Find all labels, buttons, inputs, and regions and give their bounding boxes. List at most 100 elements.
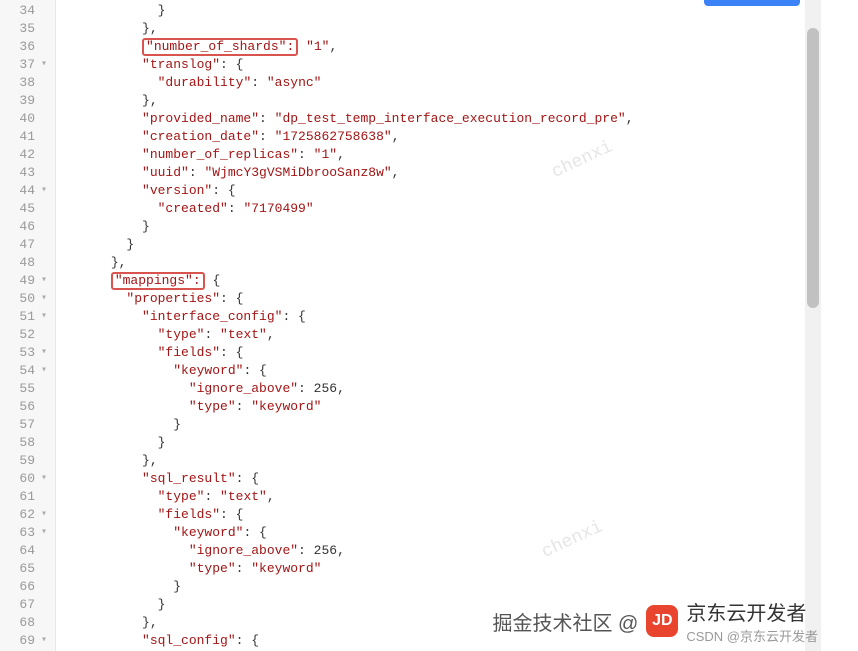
code-line[interactable]: },	[64, 254, 858, 272]
code-line[interactable]: "number_of_replicas": "1",	[64, 146, 858, 164]
code-line[interactable]: "version": {	[64, 182, 858, 200]
code-line[interactable]: "sql_result": {	[64, 470, 858, 488]
line-number: 42	[4, 146, 47, 164]
brand-footer: 掘金技术社区 @ JD 京东云开发者 CSDN @京东云开发者	[0, 597, 858, 645]
highlighted-key: "number_of_shards":	[142, 38, 298, 56]
fold-icon[interactable]: ▾	[39, 344, 47, 362]
line-number: 56	[4, 398, 47, 416]
json-string: "text"	[220, 327, 267, 342]
vertical-scrollbar[interactable]	[805, 0, 821, 651]
punctuation	[298, 39, 306, 54]
punctuation: }	[158, 435, 166, 450]
code-line[interactable]: "type": "text",	[64, 326, 858, 344]
punctuation: :	[251, 75, 267, 90]
punctuation: :	[298, 147, 314, 162]
brand-name-text: 京东云开发者	[686, 603, 806, 625]
code-line[interactable]: }	[64, 416, 858, 434]
punctuation: :	[298, 381, 314, 396]
code-editor[interactable]: 34353637▾38394041424344▾4546474849▾50▾51…	[0, 0, 858, 651]
code-line[interactable]: "creation_date": "1725862758638",	[64, 128, 858, 146]
punctuation: ,	[337, 147, 345, 162]
code-line[interactable]: "interface_config": {	[64, 308, 858, 326]
line-number: 38	[4, 74, 47, 92]
json-key: "provided_name"	[142, 111, 259, 126]
punctuation: {	[205, 273, 221, 288]
line-number: 60▾	[4, 470, 47, 488]
code-line[interactable]: },	[64, 92, 858, 110]
line-number: 52	[4, 326, 47, 344]
code-line[interactable]: "mappings": {	[64, 272, 858, 290]
code-line[interactable]: "created": "7170499"	[64, 200, 858, 218]
json-string: "WjmcY3gVSMiDbrooSanz8w"	[204, 165, 391, 180]
scrollbar-thumb[interactable]	[807, 28, 819, 308]
code-line[interactable]: "type": "text",	[64, 488, 858, 506]
code-line[interactable]: },	[64, 452, 858, 470]
code-line[interactable]: "fields": {	[64, 344, 858, 362]
code-line[interactable]: "translog": {	[64, 56, 858, 74]
fold-icon[interactable]: ▾	[39, 470, 47, 488]
punctuation: :	[236, 561, 252, 576]
code-line[interactable]: }	[64, 236, 858, 254]
json-key: "type"	[158, 489, 205, 504]
json-key: "durability"	[158, 75, 252, 90]
punctuation: ,	[626, 111, 634, 126]
json-key: "type"	[189, 399, 236, 414]
code-line[interactable]: }	[64, 218, 858, 236]
code-line[interactable]: "fields": {	[64, 506, 858, 524]
code-line[interactable]: "type": "keyword"	[64, 398, 858, 416]
json-key: "keyword"	[173, 363, 243, 378]
json-string: "dp_test_temp_interface_execution_record…	[275, 111, 626, 126]
punctuation: }	[142, 219, 150, 234]
fold-icon[interactable]: ▾	[39, 290, 47, 308]
json-number: 256	[314, 381, 337, 396]
punctuation: : {	[220, 345, 243, 360]
brand-sub-text: CSDN @京东云开发者	[686, 629, 818, 644]
punctuation: : {	[282, 309, 305, 324]
code-line[interactable]: "properties": {	[64, 290, 858, 308]
code-line[interactable]: "ignore_above": 256,	[64, 542, 858, 560]
fold-icon[interactable]: ▾	[39, 182, 47, 200]
json-key: "creation_date"	[142, 129, 259, 144]
code-line[interactable]: "provided_name": "dp_test_temp_interface…	[64, 110, 858, 128]
line-number: 59	[4, 452, 47, 470]
code-line[interactable]: "ignore_above": 256,	[64, 380, 858, 398]
line-number: 65	[4, 560, 47, 578]
punctuation: ,	[392, 129, 400, 144]
code-line[interactable]: },	[64, 20, 858, 38]
code-line[interactable]: }	[64, 434, 858, 452]
punctuation: ,	[267, 327, 275, 342]
fold-icon[interactable]: ▾	[39, 272, 47, 290]
code-line[interactable]: }	[64, 578, 858, 596]
code-line[interactable]: "durability": "async"	[64, 74, 858, 92]
json-key: "keyword"	[173, 525, 243, 540]
code-line[interactable]: "keyword": {	[64, 524, 858, 542]
line-number: 63▾	[4, 524, 47, 542]
punctuation: :	[204, 327, 220, 342]
line-number: 57	[4, 416, 47, 434]
line-number: 48	[4, 254, 47, 272]
code-line[interactable]: "number_of_shards": "1",	[64, 38, 858, 56]
fold-icon[interactable]: ▾	[39, 362, 47, 380]
json-key: "type"	[189, 561, 236, 576]
line-number: 34	[4, 2, 47, 20]
code-area[interactable]: } }, "number_of_shards": "1", "translog"…	[56, 0, 858, 651]
json-key: "ignore_above"	[189, 381, 298, 396]
fold-icon[interactable]: ▾	[39, 506, 47, 524]
json-key: "translog"	[142, 57, 220, 72]
fold-icon[interactable]: ▾	[39, 308, 47, 326]
fold-icon[interactable]: ▾	[39, 56, 47, 74]
code-line[interactable]: "keyword": {	[64, 362, 858, 380]
fold-icon[interactable]: ▾	[39, 524, 47, 542]
code-line[interactable]: }	[64, 2, 858, 20]
json-key: "sql_result"	[142, 471, 236, 486]
line-number: 53▾	[4, 344, 47, 362]
code-line[interactable]: "uuid": "WjmcY3gVSMiDbrooSanz8w",	[64, 164, 858, 182]
json-string: "1"	[314, 147, 337, 162]
line-number: 62▾	[4, 506, 47, 524]
line-number: 39	[4, 92, 47, 110]
code-line[interactable]: "type": "keyword"	[64, 560, 858, 578]
punctuation: },	[111, 255, 127, 270]
line-number: 45	[4, 200, 47, 218]
line-number: 46	[4, 218, 47, 236]
punctuation: },	[142, 453, 158, 468]
